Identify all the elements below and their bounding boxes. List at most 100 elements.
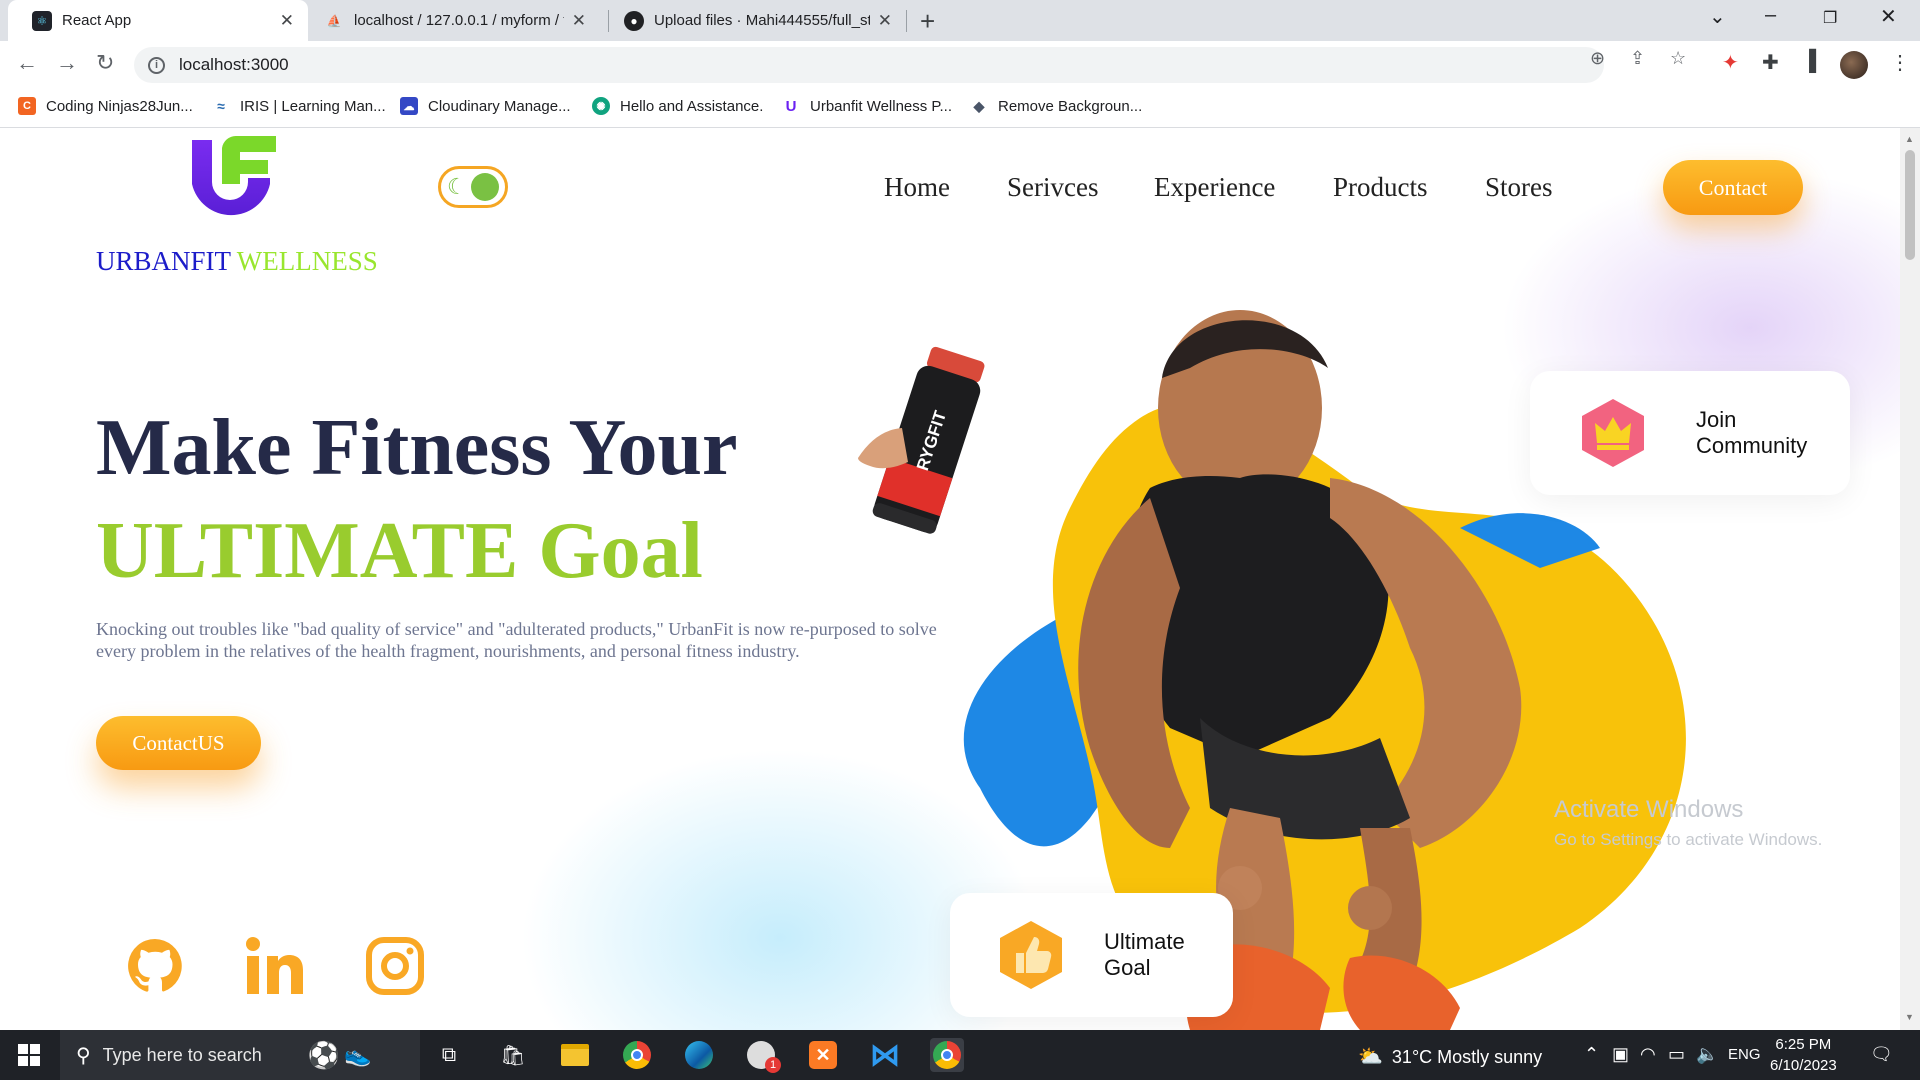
soccer-shoe-icon: 👟 [344, 1042, 372, 1067]
minimize-button[interactable]: – [1765, 4, 1776, 27]
bookmark-iris[interactable]: ≈ IRIS | Learning Man... [212, 97, 385, 115]
side-panel-icon[interactable]: ▐ [1802, 50, 1816, 73]
card-label-line1: Ultimate [1104, 929, 1185, 954]
activate-windows-title: Activate Windows [1554, 796, 1744, 823]
close-icon[interactable]: ✕ [280, 11, 294, 31]
input-language[interactable]: ENG [1728, 1046, 1761, 1063]
close-icon[interactable]: ✕ [878, 11, 892, 31]
card-label-line2: Goal [1104, 955, 1151, 980]
meet-now-icon[interactable]: ▣ [1612, 1044, 1629, 1065]
weather-text: 31°C Mostly sunny [1391, 1047, 1543, 1067]
coding-ninjas-icon: C [18, 97, 36, 115]
ultimate-goal-card[interactable]: Ultimate Goal [950, 893, 1233, 1017]
system-clock[interactable]: 6:25 PM 6/10/2023 [1770, 1034, 1837, 1076]
urbanfit-logo-icon[interactable] [188, 136, 280, 218]
reload-icon[interactable]: ↻ [96, 50, 114, 76]
close-window-button[interactable]: ✕ [1880, 4, 1897, 29]
edge-icon[interactable] [682, 1038, 716, 1072]
zoom-icon[interactable]: ⊕ [1590, 48, 1605, 69]
iris-icon: ≈ [217, 98, 225, 114]
theme-toggle[interactable]: ☾ [438, 166, 508, 208]
nav-stores[interactable]: Stores [1485, 172, 1553, 203]
contact-us-button[interactable]: ContactUS [96, 716, 261, 770]
share-icon[interactable]: ⇪ [1630, 48, 1645, 69]
card-label-line2: Community [1696, 433, 1808, 458]
browser-toolbar: ← → ↻ i localhost:3000 ⊕ ⇪ ☆ ✦ ✚ ▐ ⋮ [0, 41, 1920, 89]
tab-react-app[interactable]: ⚛ React App ✕ [8, 0, 308, 41]
xampp-icon[interactable]: ✕ [806, 1038, 840, 1072]
show-hidden-icons-chevron-icon[interactable]: ⌃ [1584, 1044, 1599, 1065]
nav-home[interactable]: Home [884, 172, 950, 203]
nav-experience[interactable]: Experience [1154, 172, 1275, 203]
wifi-icon[interactable]: ◠ [1640, 1044, 1656, 1065]
scroll-thumb[interactable] [1905, 150, 1915, 260]
windows-start-icon[interactable] [18, 1044, 40, 1066]
instagram-icon[interactable] [365, 936, 425, 996]
microsoft-store-icon[interactable]: 🛍 [496, 1038, 530, 1072]
bookmark-label: Remove Backgroun... [998, 97, 1143, 115]
linkedin-icon[interactable] [245, 936, 305, 996]
tab-search-chevron-icon[interactable]: ⌄ [1709, 4, 1726, 29]
cloudinary-icon: ☁ [400, 97, 418, 115]
moon-icon: ☾ [447, 174, 467, 199]
profile-avatar[interactable] [1840, 51, 1868, 79]
file-explorer-icon[interactable] [558, 1038, 592, 1072]
tab-github-upload[interactable]: ● Upload files · Mahi444555/full_st ✕ [600, 0, 906, 41]
github-icon[interactable] [125, 936, 185, 996]
bookmark-chatgpt[interactable]: ✺ Hello and Assistance. [592, 97, 763, 115]
extension-color-icon[interactable]: ✦ [1722, 50, 1739, 75]
close-icon[interactable]: ✕ [572, 11, 586, 31]
bookmark-urbanfit[interactable]: U Urbanfit Wellness P... [782, 97, 952, 115]
headline-line1: Make Fitness Your [96, 404, 738, 492]
new-tab-button[interactable]: + [920, 6, 935, 37]
site-info-icon[interactable]: i [148, 56, 165, 74]
bookmarks-bar: C Coding Ninjas28Jun... ≈ IRIS | Learnin… [0, 89, 1920, 128]
bookmark-star-icon[interactable]: ☆ [1670, 48, 1686, 69]
notification-badge: 1 [765, 1057, 781, 1073]
nav-services[interactable]: Serivces [1007, 172, 1098, 203]
chrome-active-icon[interactable] [930, 1038, 964, 1072]
bookmark-label: Urbanfit Wellness P... [810, 97, 953, 115]
url-text[interactable]: localhost:3000 [179, 55, 289, 75]
thumbs-up-icon [1000, 921, 1062, 989]
scroll-up-arrow-icon[interactable]: ▲ [1905, 134, 1914, 144]
nav-products[interactable]: Products [1333, 172, 1428, 203]
tab-title: React App [62, 12, 132, 29]
clock-date: 6/10/2023 [1770, 1057, 1837, 1074]
menu-dots-icon[interactable]: ⋮ [1890, 50, 1910, 75]
bookmark-coding-ninjas[interactable]: C Coding Ninjas28Jun... [18, 97, 193, 115]
soccer-ball-icon: ⚽ [307, 1039, 341, 1070]
chat-app-icon[interactable]: 1 [744, 1038, 781, 1073]
browser-tab-strip: ⚛ React App ✕ ⛵ localhost / 127.0.0.1 / … [0, 0, 1920, 41]
tab-phpmyadmin[interactable]: ⛵ localhost / 127.0.0.1 / myform / f ✕ [300, 0, 600, 41]
task-view-icon[interactable]: ⧉ [432, 1038, 466, 1072]
restore-button[interactable]: ❐ [1823, 8, 1837, 28]
tab-title: localhost / 127.0.0.1 / myform / f [354, 12, 564, 29]
toggle-knob [471, 173, 499, 201]
brand-part1: URBANFIT [96, 246, 231, 276]
weather-widget[interactable]: ⛅ 31°C Mostly sunny [1358, 1044, 1542, 1069]
vscode-icon[interactable]: ⋈ [868, 1038, 902, 1072]
address-bar[interactable]: i localhost:3000 [134, 47, 1604, 83]
join-community-card[interactable]: Join Community [1530, 371, 1850, 495]
notifications-icon[interactable]: 🗨 [1870, 1044, 1893, 1065]
card-label-line1: Join [1696, 407, 1737, 432]
volume-icon[interactable]: 🔈 [1696, 1044, 1718, 1065]
back-arrow-icon[interactable]: ← [16, 50, 38, 76]
react-icon: ⚛ [32, 10, 52, 31]
phpmyadmin-icon: ⛵ [326, 13, 342, 28]
bookmark-label: Coding Ninjas28Jun... [46, 97, 193, 115]
page-scrollbar[interactable]: ▲ ▼ [1900, 128, 1920, 1030]
battery-icon[interactable]: ▭ [1668, 1044, 1685, 1065]
forward-arrow-icon[interactable]: → [56, 50, 78, 76]
taskbar-search[interactable]: ⚲ Type here to search ⚽ 👟 [60, 1030, 420, 1080]
hero-description: Knocking out troubles like "bad quality … [96, 619, 937, 661]
chrome-icon[interactable] [620, 1038, 654, 1072]
bookmark-removebg[interactable]: ◆ Remove Backgroun... [970, 97, 1143, 115]
contact-button[interactable]: Contact [1663, 160, 1803, 215]
chatgpt-icon: ✺ [592, 97, 610, 115]
extensions-puzzle-icon[interactable]: ✚ [1762, 50, 1779, 75]
bookmark-cloudinary[interactable]: ☁ Cloudinary Manage... [400, 97, 571, 115]
scroll-down-arrow-icon[interactable]: ▼ [1905, 1012, 1914, 1022]
activate-windows-subtitle: Go to Settings to activate Windows. [1554, 830, 1823, 849]
